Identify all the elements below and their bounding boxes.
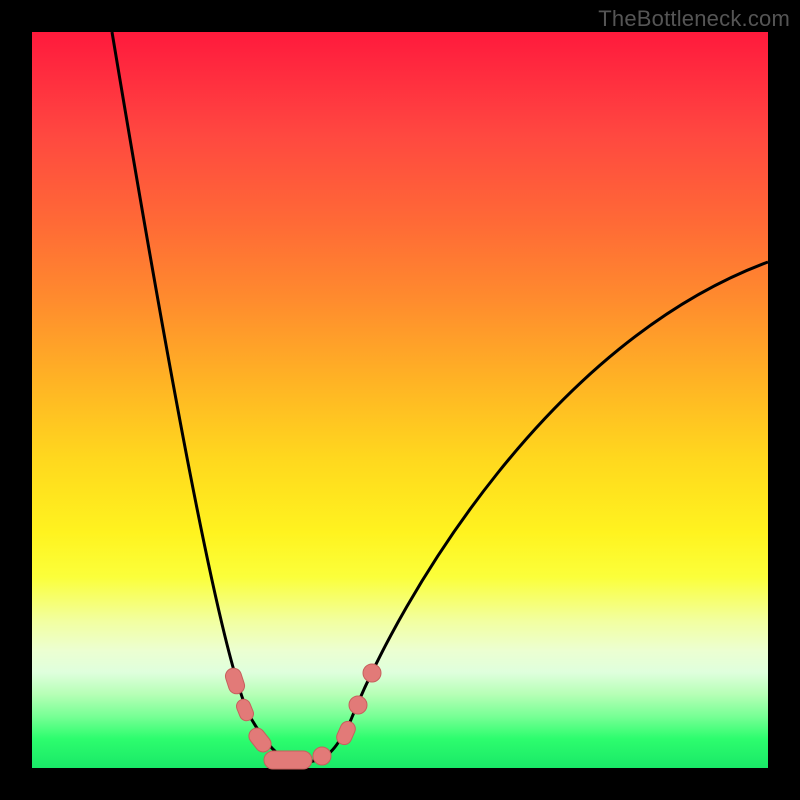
curve-marker-7 <box>363 664 381 682</box>
curve-marker-2 <box>246 725 275 755</box>
curve-marker-0 <box>223 666 246 696</box>
marker-group <box>223 664 381 769</box>
curve-svg <box>32 32 768 768</box>
plot-area <box>32 32 768 768</box>
curve-marker-6 <box>349 696 367 714</box>
bottleneck-curve <box>112 32 768 762</box>
curve-marker-4 <box>313 747 331 765</box>
curve-marker-3 <box>264 751 312 769</box>
chart-frame: TheBottleneck.com <box>0 0 800 800</box>
watermark-text: TheBottleneck.com <box>598 6 790 32</box>
